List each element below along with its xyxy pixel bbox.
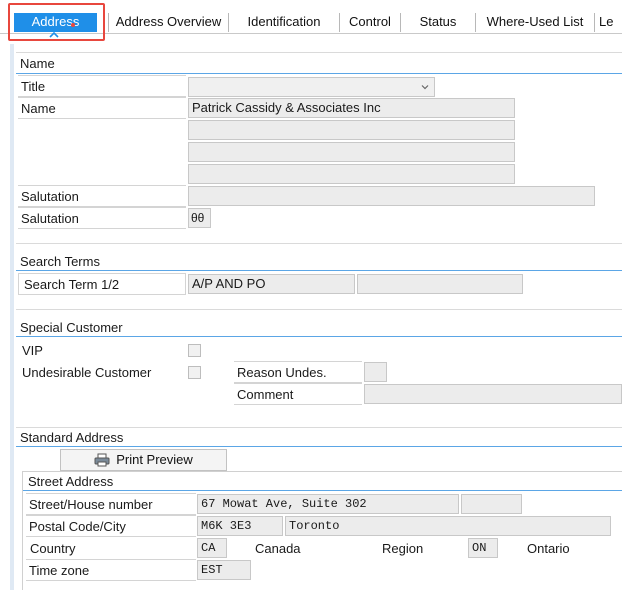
left-scroll-gutter: [10, 44, 14, 590]
section-divider: [16, 446, 622, 447]
section-divider: [16, 336, 622, 337]
section-divider: [23, 490, 622, 491]
tab-address-overview[interactable]: Address Overview: [108, 13, 228, 32]
comment-field[interactable]: [364, 384, 622, 404]
region-code-field[interactable]: ON: [468, 538, 498, 558]
country-code-field[interactable]: CA: [197, 538, 227, 558]
printer-icon: [94, 453, 110, 467]
section-top-border: [16, 52, 622, 53]
tab-bar: Address Address Overview Identification …: [0, 0, 622, 44]
section-divider: [16, 73, 622, 74]
search-term-label: Search Term 1/2: [18, 273, 186, 295]
region-name: Ontario: [527, 541, 570, 556]
reason-label: Reason Undes.: [234, 361, 362, 383]
name-field-1[interactable]: Patrick Cassidy & Associates Inc: [188, 98, 515, 118]
search-term-2[interactable]: [357, 274, 523, 294]
country-name: Canada: [255, 541, 301, 556]
name-field-3[interactable]: [188, 142, 515, 162]
section-divider: [16, 270, 622, 271]
search-term-1[interactable]: A/P AND PO: [188, 274, 355, 294]
tab-address[interactable]: Address: [14, 13, 97, 32]
section-title-special: Special Customer: [20, 320, 123, 335]
tab-status[interactable]: Status: [400, 13, 475, 32]
title-select[interactable]: [188, 77, 435, 97]
street-label: Street/House number: [26, 493, 196, 515]
chevron-down-icon: [421, 85, 429, 90]
street-address-title: Street Address: [28, 474, 114, 489]
timezone-label: Time zone: [26, 559, 196, 581]
tab-divider: [0, 33, 622, 34]
salutation-label: Salutation: [18, 185, 186, 207]
timezone-field[interactable]: EST: [197, 560, 251, 580]
tab-identification[interactable]: Identification: [228, 13, 339, 32]
section-title-address: Standard Address: [20, 430, 124, 445]
tab-partial[interactable]: Le: [594, 13, 622, 32]
cursor-marker: [71, 23, 75, 27]
section-top-border: [16, 309, 622, 310]
postal-city-label: Postal Code/City: [26, 515, 196, 537]
section-title-name: Name: [20, 56, 55, 71]
house-number-field[interactable]: [461, 494, 522, 514]
print-preview-button[interactable]: Print Preview: [60, 449, 227, 471]
name-field-4[interactable]: [188, 164, 515, 184]
reason-field[interactable]: [364, 362, 387, 382]
salutation2-field[interactable]: θθ: [188, 208, 211, 228]
vip-checkbox[interactable]: [188, 344, 201, 357]
chevron-up-icon: [49, 31, 59, 38]
print-preview-label: Print Preview: [116, 452, 193, 467]
title-label: Title: [18, 75, 186, 97]
city-field[interactable]: Toronto: [285, 516, 611, 536]
tab-where-used-list[interactable]: Where-Used List: [475, 13, 594, 32]
section-title-search: Search Terms: [20, 254, 100, 269]
vip-label: VIP: [22, 343, 43, 358]
region-label: Region: [382, 541, 424, 556]
street-field[interactable]: 67 Mowat Ave, Suite 302: [197, 494, 459, 514]
section-top-border: [16, 427, 622, 428]
undesirable-checkbox[interactable]: [188, 366, 201, 379]
comment-label: Comment: [234, 383, 362, 405]
salutation2-label: Salutation: [18, 207, 186, 229]
name-label: Name: [18, 97, 186, 119]
postal-code-field[interactable]: M6K 3E3: [197, 516, 283, 536]
section-top-border: [16, 243, 622, 244]
undesirable-label: Undesirable Customer: [22, 365, 152, 380]
name-field-2[interactable]: [188, 120, 515, 140]
tab-control[interactable]: Control: [339, 13, 400, 32]
salutation-field[interactable]: [188, 186, 595, 206]
country-label: Country: [30, 541, 76, 556]
